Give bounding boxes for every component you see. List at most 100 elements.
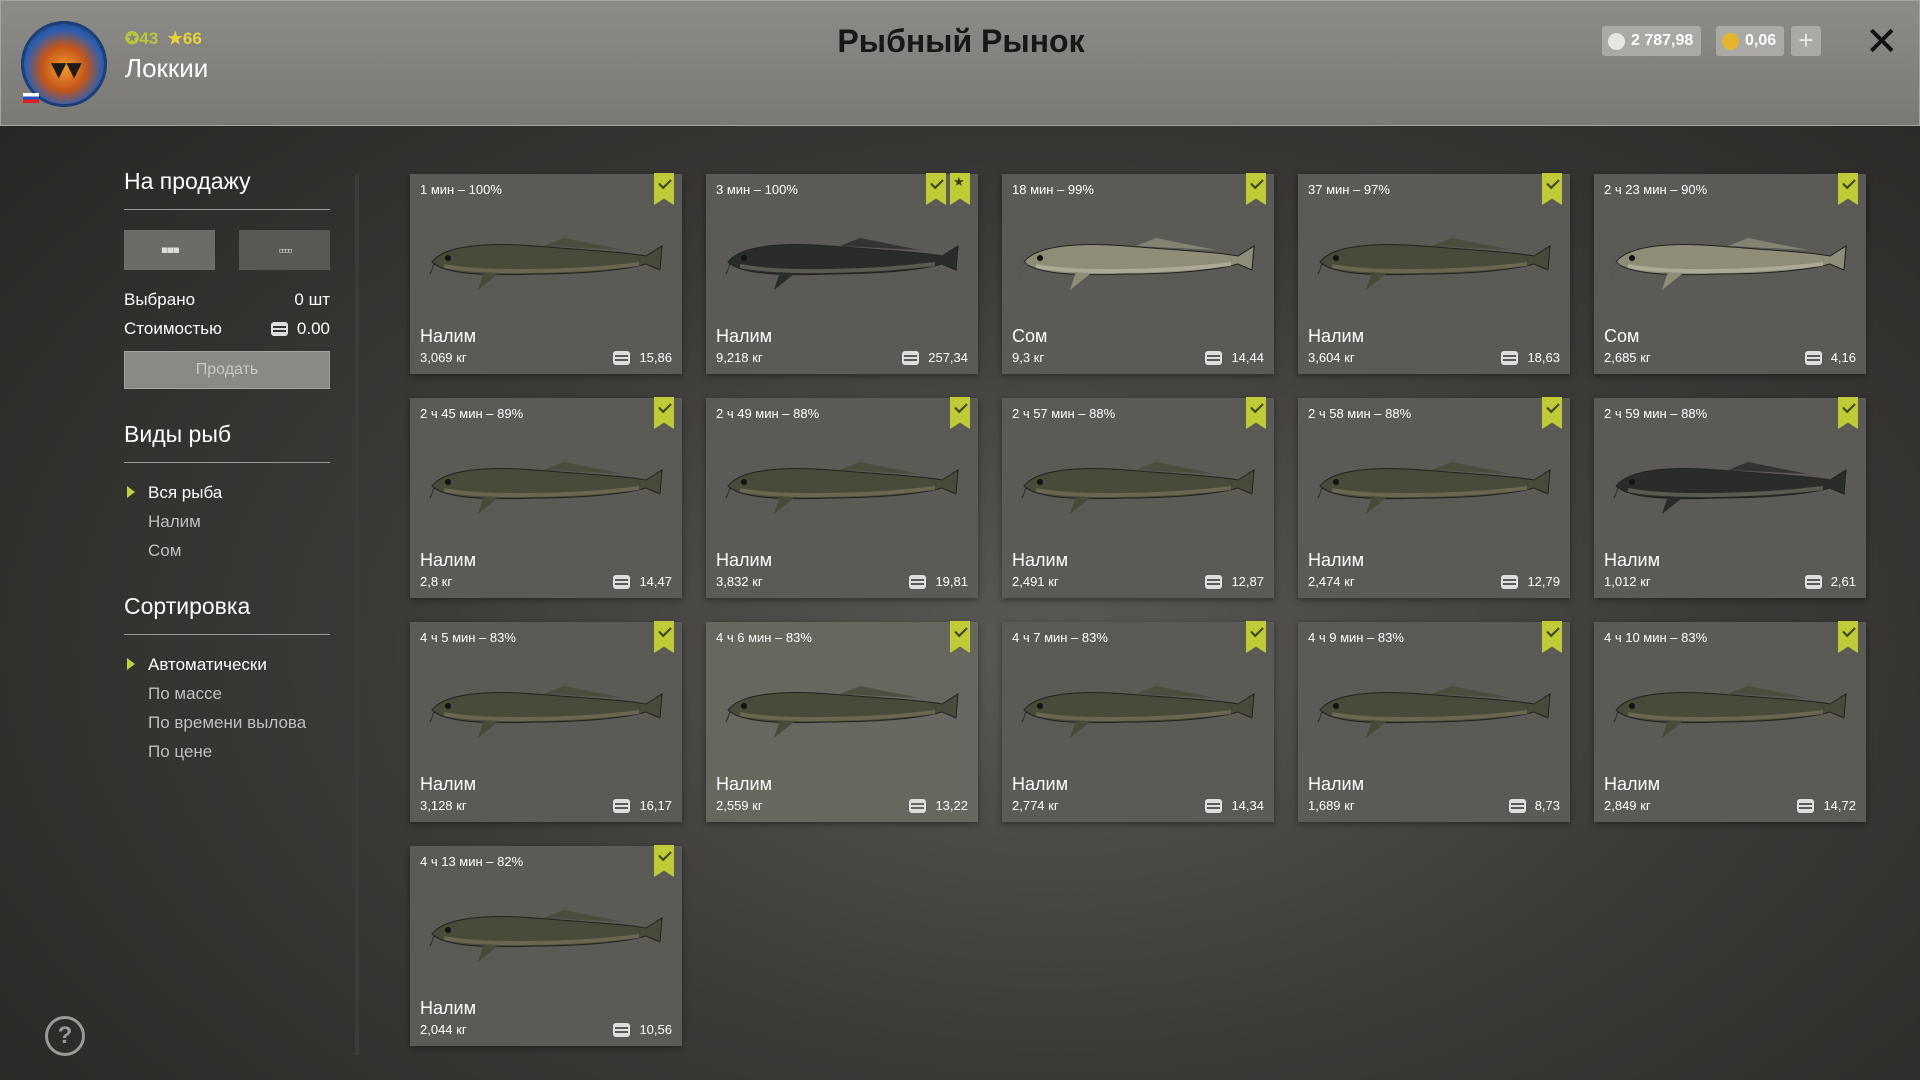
fish-price: 14,34 xyxy=(1205,798,1264,813)
catch-time: 2 ч 58 мин – 88% xyxy=(1308,406,1412,421)
close-button[interactable]: ✕ xyxy=(1865,19,1899,65)
fish-price-value: 13,22 xyxy=(935,798,968,813)
fish-card[interactable]: 4 ч 7 мин – 83% Налим 2,774 кг 14,34 xyxy=(1002,621,1274,822)
fish-price-value: 15,86 xyxy=(639,350,672,365)
help-button[interactable]: ? xyxy=(45,1016,85,1056)
sort-option-price[interactable]: По цене xyxy=(124,742,330,762)
species-option-catfish[interactable]: Сом xyxy=(124,541,330,561)
fish-price: 19,81 xyxy=(909,574,968,589)
fish-card[interactable]: 3 мин – 100% Налим 9,218 кг 257,34 xyxy=(706,173,978,374)
sidebar-scroll-divider xyxy=(355,175,359,1055)
fish-name: Налим xyxy=(1012,774,1068,794)
fish-image xyxy=(725,462,959,514)
fish-card[interactable]: 37 мин – 97% Налим 3,604 кг 18,63 xyxy=(1298,173,1570,374)
select-checkmark-icon[interactable] xyxy=(1838,621,1858,653)
fish-price: 15,86 xyxy=(613,350,672,365)
fish-image xyxy=(1613,462,1847,514)
select-checkmark-icon[interactable] xyxy=(654,397,674,429)
fish-price: 257,34 xyxy=(902,350,968,365)
silver-coin-icon xyxy=(909,574,927,589)
fish-card[interactable]: 2 ч 45 мин – 89% Налим 2,8 кг 14,47 xyxy=(410,397,682,598)
select-checkmark-icon[interactable] xyxy=(1838,173,1858,205)
sale-section-title: На продажу xyxy=(124,168,330,210)
fish-card[interactable]: 2 ч 58 мин – 88% Налим 2,474 кг 12,79 xyxy=(1298,397,1570,598)
fish-weight: 9,3 кг xyxy=(1012,350,1045,365)
catch-time: 3 мин – 100% xyxy=(716,182,798,197)
fish-card[interactable]: 4 ч 9 мин – 83% Налим 1,689 кг 8,73 xyxy=(1298,621,1570,822)
fish-weight: 1,012 кг xyxy=(1604,574,1651,589)
catch-time: 2 ч 45 мин – 89% xyxy=(420,406,524,421)
select-checkmark-icon[interactable] xyxy=(1542,621,1562,653)
sidebar: На продажу ▪▪▪ ▫▫▫▫ Выбрано 0 шт Стоимос… xyxy=(124,168,330,771)
selected-row: Выбрано 0 шт xyxy=(124,290,330,310)
select-checkmark-icon[interactable] xyxy=(1246,397,1266,429)
silver-coin-icon xyxy=(613,350,631,365)
species-option-all[interactable]: Вся рыба xyxy=(124,483,330,503)
small-grid-view-button[interactable]: ▫▫▫▫ xyxy=(239,230,330,270)
fish-weight: 2,8 кг xyxy=(420,574,453,589)
catch-time: 4 ч 5 мин – 83% xyxy=(420,630,516,645)
fish-name: Налим xyxy=(716,550,772,570)
fish-weight: 2,685 кг xyxy=(1604,350,1651,365)
view-toggle: ▪▪▪ ▫▫▫▫ xyxy=(124,230,330,270)
catch-time: 1 мин – 100% xyxy=(420,182,502,197)
select-checkmark-icon[interactable] xyxy=(654,173,674,205)
silver-coin-icon xyxy=(613,574,631,589)
fish-card[interactable]: 2 ч 23 мин – 90% Сом 2,685 кг 4,16 xyxy=(1594,173,1866,374)
select-checkmark-icon[interactable] xyxy=(950,397,970,429)
fish-card[interactable]: 18 мин – 99% Сом 9,3 кг 14,44 xyxy=(1002,173,1274,374)
species-option-burbot[interactable]: Налим xyxy=(124,512,330,532)
fish-weight: 1,689 кг xyxy=(1308,798,1355,813)
silver-coin-icon xyxy=(1797,798,1815,813)
fish-card[interactable]: 4 ч 5 мин – 83% Налим 3,128 кг 16,17 xyxy=(410,621,682,822)
sort-option-auto[interactable]: Автоматически xyxy=(124,655,330,675)
fish-name: Налим xyxy=(1604,550,1660,570)
select-checkmark-icon[interactable] xyxy=(1542,173,1562,205)
fish-price-value: 14,34 xyxy=(1231,798,1264,813)
fish-name: Налим xyxy=(420,550,476,570)
fish-card[interactable]: 2 ч 57 мин – 88% Налим 2,491 кг 12,87 xyxy=(1002,397,1274,598)
fish-card[interactable]: 1 мин – 100% Налим 3,069 кг 15,86 xyxy=(410,173,682,374)
select-checkmark-icon[interactable] xyxy=(926,173,946,205)
cost-value: 0.00 xyxy=(296,319,330,338)
fish-image xyxy=(429,686,663,738)
fish-image xyxy=(1021,686,1255,738)
fish-image xyxy=(1317,686,1551,738)
sort-option-catch-time[interactable]: По времени вылова xyxy=(124,713,330,733)
fish-image xyxy=(725,686,959,738)
select-checkmark-icon[interactable] xyxy=(654,621,674,653)
cost-row: Стоимостью 0.00 xyxy=(124,319,330,339)
fish-price: 18,63 xyxy=(1501,350,1560,365)
fish-price-value: 14,44 xyxy=(1231,350,1264,365)
fish-card[interactable]: 4 ч 6 мин – 83% Налим 2,559 кг 13,22 xyxy=(706,621,978,822)
select-checkmark-icon[interactable] xyxy=(1246,621,1266,653)
select-checkmark-icon[interactable] xyxy=(654,845,674,877)
catch-time: 2 ч 59 мин – 88% xyxy=(1604,406,1708,421)
silver-coin-icon xyxy=(1608,32,1625,50)
favorite-star-icon[interactable] xyxy=(950,173,970,205)
select-checkmark-icon[interactable] xyxy=(1246,173,1266,205)
select-checkmark-icon[interactable] xyxy=(950,621,970,653)
fish-weight: 2,849 кг xyxy=(1604,798,1651,813)
fish-card[interactable]: 2 ч 59 мин – 88% Налим 1,012 кг 2,61 xyxy=(1594,397,1866,598)
large-grid-view-button[interactable]: ▪▪▪ xyxy=(124,230,215,270)
fish-price: 14,47 xyxy=(613,574,672,589)
fish-image xyxy=(725,238,959,290)
select-checkmark-icon[interactable] xyxy=(1838,397,1858,429)
silver-coin-icon xyxy=(1205,574,1223,589)
silver-coin-icon xyxy=(909,798,927,813)
sell-button[interactable]: Продать xyxy=(124,351,330,389)
add-currency-button[interactable]: + xyxy=(1791,26,1821,56)
fish-price-value: 19,81 xyxy=(935,574,968,589)
catch-time: 37 мин – 97% xyxy=(1308,182,1390,197)
fish-price-value: 8,73 xyxy=(1534,798,1560,813)
fish-price: 13,22 xyxy=(909,798,968,813)
fish-card[interactable]: 4 ч 10 мин – 83% Налим 2,849 кг 14,72 xyxy=(1594,621,1866,822)
select-checkmark-icon[interactable] xyxy=(1542,397,1562,429)
fish-card[interactable]: 2 ч 49 мин – 88% Налим 3,832 кг 19,81 xyxy=(706,397,978,598)
fish-card[interactable]: 4 ч 13 мин – 82% Налим 2,044 кг 10,56 xyxy=(410,845,682,1046)
silver-coin-icon xyxy=(1205,798,1223,813)
silver-coin-icon xyxy=(1804,350,1822,365)
species-section-title: Виды рыб xyxy=(124,421,330,463)
sort-option-mass[interactable]: По массе xyxy=(124,684,330,704)
